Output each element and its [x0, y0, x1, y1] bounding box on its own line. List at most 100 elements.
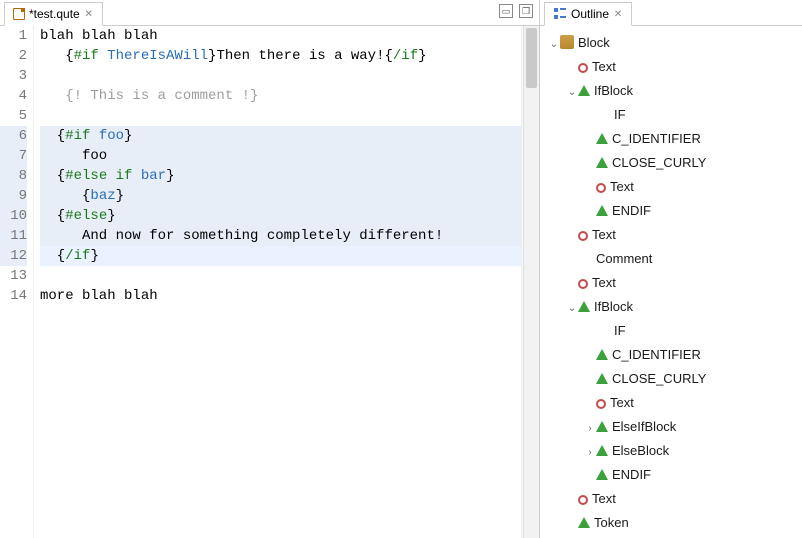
outline-tree[interactable]: ⌄Block·Text⌄IfBlock·IF·C_IDENTIFIER·CLOS…	[540, 26, 802, 538]
code-area[interactable]: blah blah blah {#if ThereIsAWill}Then th…	[34, 26, 523, 538]
line-number: 2	[0, 46, 27, 66]
tree-twisty[interactable]: ⌄	[548, 34, 560, 56]
tree-item[interactable]: › ElseBlock	[584, 440, 798, 464]
tree-item[interactable]: ⌄ IfBlock ·IF·C_IDENTIFIER·CLOSE_CURLY·Tex…	[566, 296, 798, 488]
tree-item-label: Token	[594, 515, 629, 530]
tree-item-label: IfBlock	[594, 299, 633, 314]
line-number: 10	[0, 206, 27, 226]
package-icon	[560, 35, 574, 49]
code-line[interactable]: {/if}	[40, 246, 523, 266]
code-line[interactable]: {baz}	[40, 186, 523, 206]
tree-item[interactable]: ·Text	[566, 272, 798, 296]
scrollbar-thumb[interactable]	[526, 28, 537, 88]
code-line[interactable]: foo	[40, 146, 523, 166]
tree-item[interactable]: › ElseIfBlock	[584, 416, 798, 440]
tree-item-label: Block	[578, 35, 610, 50]
tree-item[interactable]: ·ENDIF	[584, 200, 798, 224]
code-line[interactable]: And now for something completely differe…	[40, 226, 523, 246]
minimize-button[interactable]: ▭	[499, 4, 513, 18]
scrollbar-vertical[interactable]	[523, 26, 539, 538]
tree-twisty[interactable]: ⌄	[566, 298, 578, 320]
tree-item-label: ENDIF	[612, 203, 651, 218]
editor-tabbar: *test.qute ✕ ▭ ❐	[0, 0, 539, 26]
code-line[interactable]: {#if foo}	[40, 126, 523, 146]
editor-body[interactable]: 1234567891011121314 blah blah blah {#if …	[0, 26, 539, 538]
tree-item[interactable]: ·Text	[566, 224, 798, 248]
line-number: 3	[0, 66, 27, 86]
tree-twisty[interactable]: ›	[584, 418, 596, 440]
rule-node-icon	[596, 133, 608, 144]
line-number: 4	[0, 86, 27, 106]
editor-tab-title: *test.qute	[29, 7, 80, 21]
tree-item-label: IfBlock	[594, 83, 633, 98]
rule-node-icon	[596, 157, 608, 168]
line-number: 5	[0, 106, 27, 126]
code-line[interactable]	[40, 66, 523, 86]
tree-item[interactable]: ·CLOSE_CURLY	[584, 368, 798, 392]
code-line[interactable]: {#if ThereIsAWill}Then there is a way!{/…	[40, 46, 523, 66]
line-number: 11	[0, 226, 27, 246]
tree-item[interactable]: ·Text	[566, 488, 798, 512]
outline-icon	[553, 7, 567, 21]
tree-item[interactable]: ·Comment	[566, 248, 798, 272]
code-line[interactable]: more blah blah	[40, 286, 523, 306]
tree-item[interactable]: ·ENDIF	[584, 464, 798, 488]
tree-item[interactable]: ·Text	[566, 56, 798, 80]
tree-item-label: Text	[592, 491, 616, 506]
tree-item-label: Comment	[596, 251, 652, 266]
close-icon[interactable]: ✕	[84, 9, 94, 19]
tree-item[interactable]: ·Text	[584, 392, 798, 416]
tree-item-label: C_IDENTIFIER	[612, 131, 701, 146]
code-line[interactable]: {#else}	[40, 206, 523, 226]
tree-twisty[interactable]: ›	[584, 442, 596, 464]
close-icon[interactable]: ✕	[613, 9, 623, 19]
tree-item[interactable]: ⌄Block·Text⌄IfBlock·IF·C_IDENTIFIER·CLOS…	[548, 32, 798, 536]
code-line[interactable]	[40, 106, 523, 126]
window-controls: ▭ ❐	[499, 4, 533, 18]
code-line[interactable]: {! This is a comment !}	[40, 86, 523, 106]
tree-item[interactable]: ·IF	[584, 320, 798, 344]
line-number: 13	[0, 266, 27, 286]
tree-item[interactable]: ·Text	[584, 176, 798, 200]
outline-tabbar: Outline ✕	[540, 0, 802, 26]
code-line[interactable]: {#else if bar}	[40, 166, 523, 186]
tree-item-label: Text	[610, 179, 634, 194]
tree-item-label: ENDIF	[612, 467, 651, 482]
text-node-icon	[578, 231, 588, 241]
tree-item-label: CLOSE_CURLY	[612, 155, 706, 170]
editor-tab[interactable]: *test.qute ✕	[4, 2, 103, 26]
rule-node-icon	[596, 421, 608, 432]
text-node-icon	[596, 183, 606, 193]
tree-item-label: Text	[592, 227, 616, 242]
code-line[interactable]: blah blah blah	[40, 26, 523, 46]
tree-item[interactable]: ·C_IDENTIFIER	[584, 344, 798, 368]
rule-node-icon	[578, 85, 590, 96]
tree-item[interactable]: ·IF	[584, 104, 798, 128]
text-node-icon	[596, 399, 606, 409]
line-number: 14	[0, 286, 27, 306]
code-line[interactable]	[40, 266, 523, 286]
tree-item[interactable]: ⌄ IfBlock ·IF·C_IDENTIFIER·CLOSE_CURLY·Tex…	[566, 80, 798, 224]
tree-item-label: Text	[610, 395, 634, 410]
tree-item-label: Text	[592, 59, 616, 74]
outline-title: Outline	[571, 7, 609, 21]
line-number: 7	[0, 146, 27, 166]
line-number: 12	[0, 246, 27, 266]
editor-pane: *test.qute ✕ ▭ ❐ 1234567891011121314 bla…	[0, 0, 540, 538]
maximize-button[interactable]: ❐	[519, 4, 533, 18]
line-number: 1	[0, 26, 27, 46]
outline-tab[interactable]: Outline ✕	[544, 2, 632, 26]
tree-item[interactable]: ·CLOSE_CURLY	[584, 152, 798, 176]
tree-item-label: ElseBlock	[612, 443, 669, 458]
rule-node-icon	[596, 205, 608, 216]
rule-node-icon	[596, 349, 608, 360]
rule-node-icon	[596, 469, 608, 480]
tree-twisty[interactable]: ⌄	[566, 82, 578, 104]
tree-item[interactable]: ·Token	[566, 512, 798, 536]
tree-item-label: IF	[614, 323, 626, 338]
text-node-icon	[578, 279, 588, 289]
tree-item[interactable]: ·C_IDENTIFIER	[584, 128, 798, 152]
tree-item-label: ElseIfBlock	[612, 419, 676, 434]
line-number: 9	[0, 186, 27, 206]
rule-node-icon	[596, 445, 608, 456]
